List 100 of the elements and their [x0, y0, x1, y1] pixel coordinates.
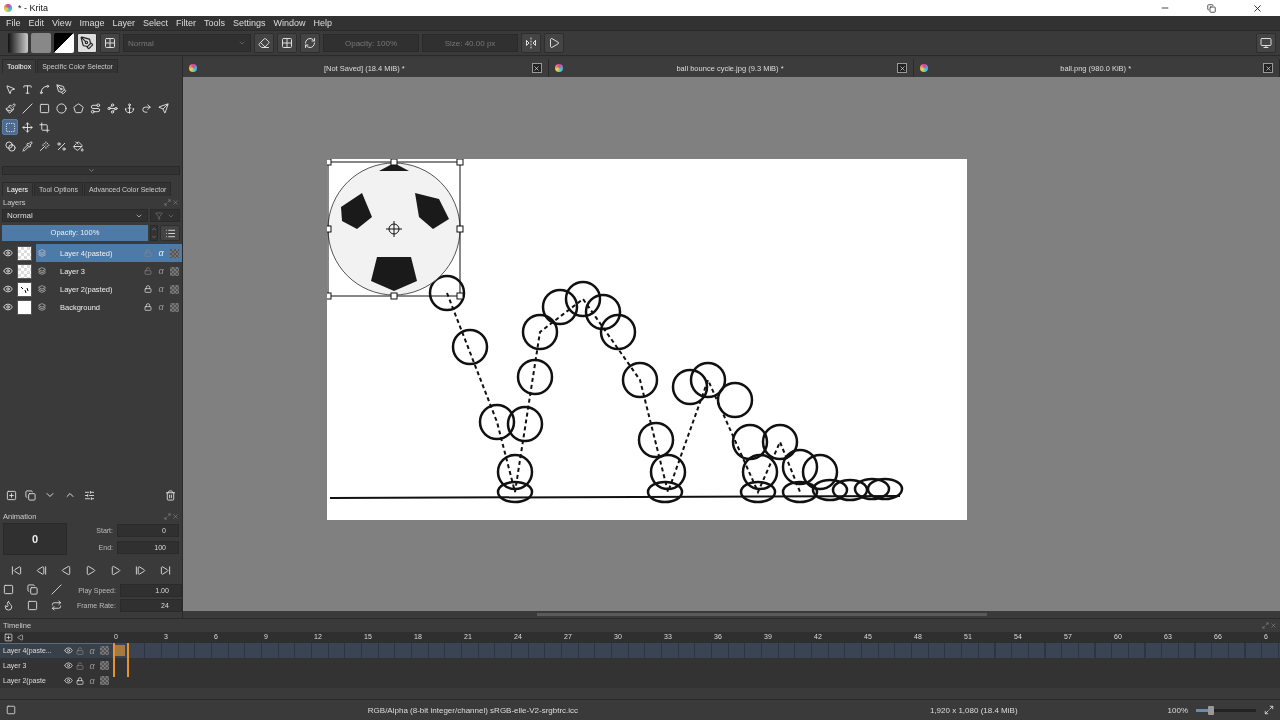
menu-item[interactable]: Help: [309, 18, 336, 28]
checker-button[interactable]: [277, 33, 297, 53]
first-frame-icon[interactable]: [10, 565, 22, 576]
menu-item[interactable]: Edit: [24, 18, 49, 28]
eraser-button[interactable]: [254, 33, 274, 53]
close-button[interactable]: [531, 63, 542, 73]
onion-skin-icon[interactable]: [3, 600, 14, 611]
add-icon[interactable]: [4, 633, 13, 642]
send-icon: [157, 102, 169, 114]
frame-field[interactable]: 0: [3, 523, 67, 555]
eye-icon[interactable]: [3, 266, 13, 276]
grid-button[interactable]: [100, 33, 120, 53]
lock-icon[interactable]: [76, 676, 84, 685]
alpha-lock-toggle[interactable]: α: [156, 302, 166, 312]
line-tool-button[interactable]: [19, 100, 35, 116]
monitor-button[interactable]: [1256, 33, 1276, 53]
close-icon: [898, 64, 906, 72]
ellipse-tool-button[interactable]: [53, 100, 69, 116]
previous-key-icon[interactable]: [35, 565, 47, 576]
properties-icon[interactable]: [84, 489, 95, 501]
loop-icon[interactable]: [51, 600, 62, 611]
menu-item[interactable]: Filter: [171, 18, 200, 28]
eye-icon[interactable]: [3, 302, 13, 312]
redo-icon: [140, 102, 152, 114]
duplicate-icon[interactable]: [25, 489, 36, 501]
playhead[interactable]: [113, 643, 129, 677]
alpha-lock-toggle[interactable]: α: [87, 645, 97, 656]
percent-icon: [55, 140, 67, 152]
menu-item[interactable]: Select: [138, 18, 172, 28]
menu-item[interactable]: File: [2, 18, 25, 28]
alpha-lock-toggle[interactable]: α: [156, 248, 166, 258]
move-tool-button[interactable]: [19, 119, 35, 135]
float-icon[interactable]: [164, 513, 171, 520]
brush-preset-button[interactable]: [77, 33, 97, 53]
alpha-lock-toggle[interactable]: α: [156, 266, 166, 276]
pipette-tool-button[interactable]: [19, 138, 35, 154]
square-icon[interactable]: [3, 584, 14, 595]
eye-icon[interactable]: [64, 646, 73, 655]
menu-item[interactable]: Layer: [108, 18, 139, 28]
scrollbar-thumb[interactable]: [537, 613, 987, 616]
pen-icon: [55, 83, 67, 95]
menu-item[interactable]: View: [48, 18, 76, 28]
eye-icon[interactable]: [64, 676, 73, 685]
send-tool-button[interactable]: [155, 100, 171, 116]
anchor-icon: [123, 102, 135, 114]
play-icon[interactable]: [85, 565, 97, 576]
paint-bucket-tool-button[interactable]: [70, 138, 86, 154]
slash-icon[interactable]: [51, 584, 62, 595]
lock-icon[interactable]: [144, 285, 152, 293]
pentagon-tool-button[interactable]: [70, 100, 86, 116]
pen-tool-button[interactable]: [53, 81, 69, 97]
gradient-swatch[interactable]: [8, 33, 28, 53]
status-icon[interactable]: [6, 705, 16, 715]
layers-icon: [38, 285, 46, 293]
lock-icon[interactable]: [144, 303, 152, 311]
previous-frame-icon[interactable]: [60, 565, 72, 576]
alpha-lock-toggle[interactable]: α: [87, 660, 97, 671]
mirror-icon: [525, 37, 537, 49]
next-frame-icon[interactable]: [110, 565, 122, 576]
color-space-text: RGB/Alpha (8-bit integer/channel) sRGB-elle-V2-srgbtrc.icc: [367, 705, 579, 715]
app-logo-icon: [189, 64, 197, 72]
menu-item[interactable]: Tools: [199, 18, 229, 28]
close-icon: [1251, 2, 1263, 14]
line-icon: [21, 102, 33, 114]
fit-icon[interactable]: [1264, 705, 1274, 715]
reset-button[interactable]: [300, 33, 320, 53]
alpha-lock-toggle[interactable]: α: [87, 675, 97, 686]
crop-tool-button[interactable]: [36, 119, 52, 135]
spline-icon: [38, 83, 50, 95]
menu-item[interactable]: Window: [269, 18, 310, 28]
wrap-button[interactable]: [544, 33, 564, 53]
close-button[interactable]: [1263, 63, 1273, 73]
color-swatch[interactable]: [54, 33, 74, 53]
mirror-button[interactable]: [521, 33, 541, 53]
eye-icon[interactable]: [3, 248, 13, 258]
square-icon[interactable]: [27, 600, 38, 611]
copy-icon[interactable]: [27, 584, 38, 595]
eye-icon[interactable]: [3, 284, 13, 294]
audio-icon[interactable]: [17, 634, 24, 641]
next-key-icon[interactable]: [135, 565, 147, 576]
eye-icon[interactable]: [64, 661, 73, 670]
float-icon[interactable]: [164, 199, 171, 206]
waypoints-tool-button[interactable]: [104, 100, 120, 116]
menu-item[interactable]: Settings: [228, 18, 270, 28]
pattern-swatch[interactable]: [31, 33, 51, 53]
crop-icon: [38, 121, 50, 133]
last-frame-icon[interactable]: [160, 565, 171, 576]
triangle-icon: [548, 37, 560, 49]
blend-tool-button[interactable]: [2, 138, 18, 154]
blend-icon: [4, 140, 16, 152]
blend-mode-dropdown[interactable]: Normal: [2, 209, 148, 222]
delete-icon[interactable]: [165, 489, 176, 501]
list-button[interactable]: [160, 225, 180, 241]
menu-item[interactable]: Image: [75, 18, 109, 28]
add-layer-icon[interactable]: [6, 489, 17, 501]
brush-tool-button[interactable]: [2, 100, 18, 116]
alpha-lock-toggle[interactable]: α: [156, 284, 166, 294]
float-icon[interactable]: [1262, 622, 1269, 629]
dashed-square-tool-button[interactable]: [2, 119, 18, 135]
close-button[interactable]: [897, 63, 908, 73]
